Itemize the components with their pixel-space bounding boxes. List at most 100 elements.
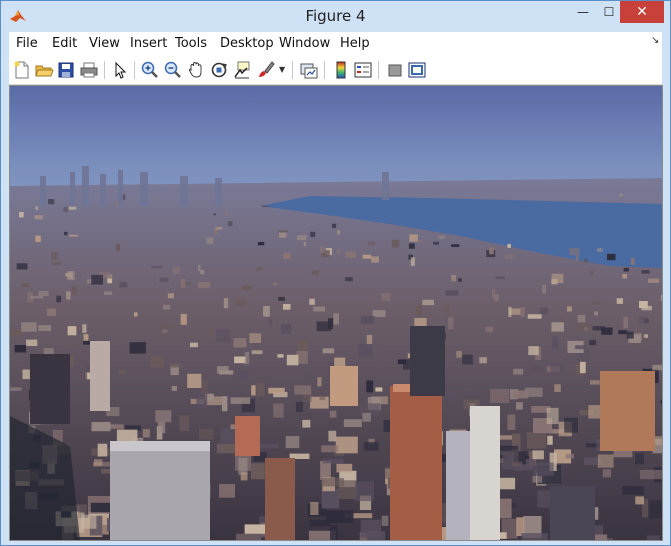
city-building	[489, 247, 494, 255]
menu-help[interactable]: Help	[340, 36, 370, 51]
data-cursor-icon[interactable]	[232, 60, 252, 80]
city-building	[660, 294, 662, 301]
city-building	[68, 342, 74, 347]
city-building	[332, 223, 337, 229]
brush-icon[interactable]	[256, 60, 276, 80]
zoom-in-icon[interactable]	[140, 60, 160, 80]
title-bar[interactable]: Figure 4 — ☐ ✕	[1, 1, 670, 31]
insert-colorbar-icon[interactable]	[331, 60, 351, 80]
city-building	[217, 366, 229, 374]
city-building	[596, 248, 603, 252]
city-building	[319, 246, 325, 253]
city-building	[257, 443, 278, 449]
menu-insert[interactable]: Insert	[130, 36, 167, 51]
city-building	[643, 334, 648, 338]
maximize-button[interactable]: ☐	[595, 1, 623, 23]
open-file-icon[interactable]	[34, 60, 54, 80]
link-plot-icon[interactable]	[299, 60, 319, 80]
city-building	[320, 460, 331, 480]
city-building	[639, 469, 662, 480]
city-building	[416, 305, 422, 317]
edit-plot-arrow-icon[interactable]	[110, 60, 130, 80]
city-building	[532, 450, 544, 460]
city-building	[343, 419, 362, 427]
city-building	[215, 329, 230, 342]
city-building	[151, 265, 163, 269]
city-building	[241, 286, 252, 291]
city-building	[321, 488, 340, 509]
minimize-button[interactable]: —	[569, 1, 597, 23]
city-building	[345, 277, 353, 282]
city-building	[150, 356, 164, 368]
menu-file[interactable]: File	[16, 36, 38, 51]
print-icon[interactable]	[79, 60, 99, 80]
city-building	[498, 445, 519, 451]
city-building	[619, 193, 623, 197]
zoom-out-icon[interactable]	[163, 60, 183, 80]
city-building	[281, 323, 291, 334]
menu-tools[interactable]: Tools	[175, 36, 207, 51]
city-building	[273, 283, 278, 286]
menu-desktop[interactable]: Desktop	[220, 36, 274, 51]
menu-edit[interactable]: Edit	[52, 36, 77, 51]
city-building	[311, 270, 319, 275]
save-icon[interactable]	[56, 60, 76, 80]
city-building	[235, 299, 247, 306]
city-building	[10, 387, 22, 391]
city-building	[313, 306, 326, 312]
city-building	[564, 417, 578, 433]
maximize-icon: ☐	[603, 5, 615, 19]
menu-bar: File Edit View Insert Tools Desktop Wind…	[9, 32, 662, 56]
brush-dropdown-icon[interactable]: ▼	[279, 65, 285, 74]
city-building	[648, 278, 660, 283]
city-building	[159, 277, 169, 283]
city-building	[333, 313, 339, 325]
city-building	[251, 350, 263, 355]
city-building	[213, 213, 217, 216]
city-building	[652, 364, 662, 371]
toolbar-separator	[134, 61, 135, 79]
city-building	[22, 369, 30, 380]
city-building	[511, 461, 523, 466]
city-building	[263, 306, 270, 317]
city-building	[592, 326, 606, 331]
insert-legend-icon[interactable]	[353, 60, 373, 80]
dock-figure-icon[interactable]: ↘	[651, 35, 659, 46]
city-building	[366, 380, 374, 393]
city-building	[641, 270, 650, 274]
figure-canvas[interactable]	[9, 85, 663, 541]
city-building	[56, 295, 62, 303]
city-building	[513, 368, 524, 375]
city-building	[216, 443, 236, 454]
city-building	[336, 249, 340, 254]
city-building	[607, 253, 616, 261]
menu-window[interactable]: Window	[279, 36, 330, 51]
city-building	[197, 282, 211, 289]
city-building	[623, 267, 629, 272]
city-building	[273, 403, 284, 418]
city-building	[14, 345, 27, 353]
city-building	[66, 291, 71, 300]
hide-plot-tools-icon[interactable]	[385, 60, 405, 80]
city-building	[321, 445, 339, 453]
city-building	[371, 256, 379, 263]
figure-toolbar: ▼	[9, 56, 662, 85]
show-plot-tools-icon[interactable]	[407, 60, 427, 80]
new-figure-icon[interactable]	[12, 60, 32, 80]
city-building	[97, 443, 108, 457]
city-photo-image	[10, 86, 662, 540]
pan-hand-icon[interactable]	[186, 60, 206, 80]
rotate-3d-icon[interactable]	[209, 60, 229, 80]
toolbar-separator	[324, 61, 325, 79]
city-building	[499, 477, 516, 490]
close-button[interactable]: ✕	[620, 1, 664, 23]
city-building	[279, 232, 287, 238]
city-building	[527, 314, 542, 319]
city-building	[372, 310, 386, 317]
city-building	[363, 442, 379, 451]
city-building	[160, 322, 174, 327]
menu-view[interactable]: View	[89, 36, 120, 51]
toolbar-separator	[104, 61, 105, 79]
city-building	[409, 234, 418, 242]
city-building	[70, 355, 75, 367]
